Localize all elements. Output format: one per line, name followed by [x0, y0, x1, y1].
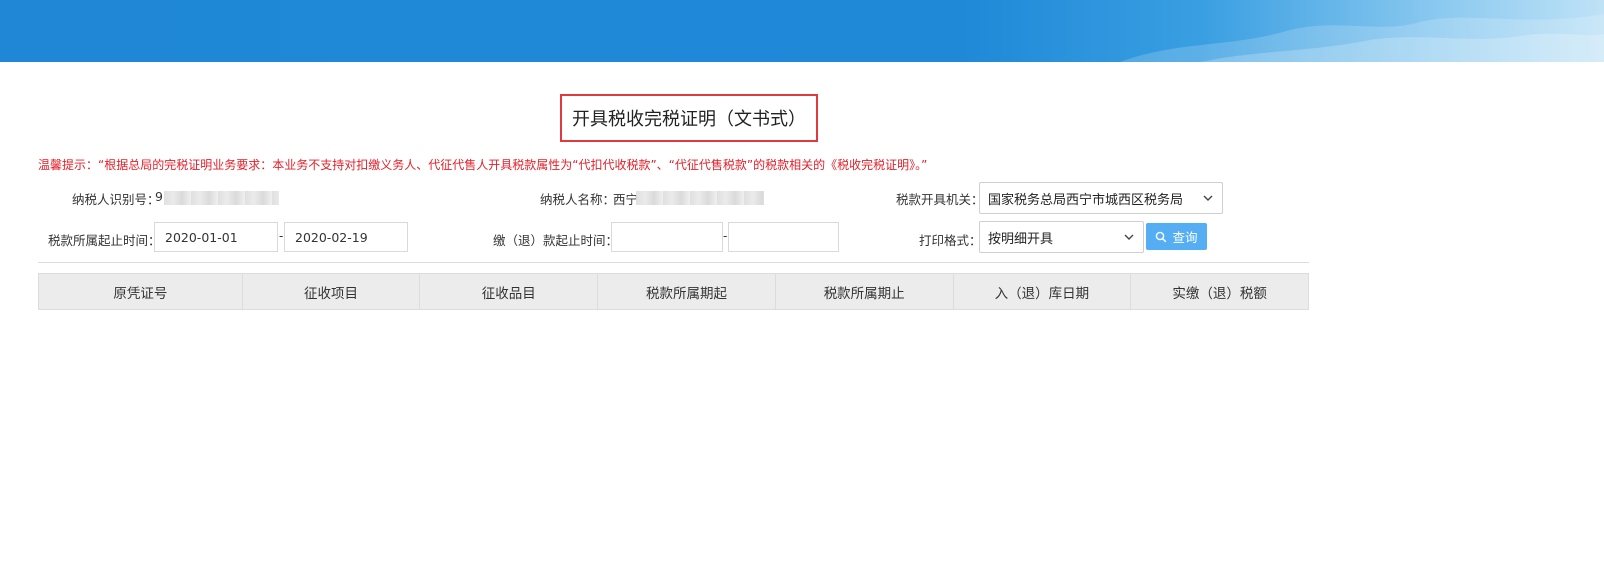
column-header: 征收品目 — [420, 274, 599, 309]
redacted-taxpayer-id — [164, 191, 279, 205]
search-icon — [1156, 231, 1167, 242]
table-header: 原凭证号 征收项目 征收品目 税款所属期起 税款所属期止 入（退）库日期 实缴（… — [38, 273, 1309, 310]
column-header: 原凭证号 — [39, 274, 243, 309]
column-header: 入（退）库日期 — [954, 274, 1132, 309]
header-banner — [0, 0, 1604, 62]
column-header: 实缴（退）税额 — [1172, 285, 1267, 302]
page-title: 开具税收完税证明（文书式） — [560, 94, 818, 142]
tax-period-label: 税款所属起止时间： — [48, 233, 161, 248]
column-header: 征收项目 — [243, 274, 421, 309]
query-button-label: 查询 — [1172, 230, 1198, 245]
redacted-taxpayer-name — [636, 191, 764, 205]
notice-text: 温馨提示：“根据总局的完税证明业务要求：本业务不支持对扣缴义务人、代征代售人开具… — [38, 158, 928, 172]
print-format-value: 按明细开具 — [988, 231, 1054, 247]
column-header: 税款所属期止 — [776, 274, 954, 309]
chevron-down-icon — [1124, 234, 1134, 240]
payment-period-label: 缴（退）款起止时间： — [493, 233, 619, 248]
issuing-org-value: 国家税务总局西宁市城西区税务局 — [988, 192, 1184, 208]
chevron-down-icon — [1203, 195, 1213, 201]
column-header: 税款所属期起 — [598, 274, 776, 309]
divider — [38, 262, 1309, 263]
print-format-select[interactable]: 按明细开具 — [979, 221, 1144, 253]
payment-period-start-input[interactable] — [611, 222, 723, 252]
taxpayer-id-value: 9 — [155, 189, 163, 204]
tax-period-start-input[interactable]: 2020-01-01 — [154, 222, 278, 252]
taxpayer-name-label: 纳税人名称： — [540, 192, 616, 207]
taxpayer-name-value: 西宁 — [613, 192, 639, 207]
mountain-decoration — [1120, 14, 1604, 62]
taxpayer-id-label: 纳税人识别号： — [72, 192, 160, 207]
print-format-label: 打印格式： — [919, 233, 982, 248]
payment-period-separator: - — [723, 229, 728, 243]
payment-period-end-input[interactable] — [728, 222, 839, 252]
tax-period-separator: - — [279, 229, 284, 243]
issuing-org-select[interactable]: 国家税务总局西宁市城西区税务局 — [979, 182, 1223, 214]
issuing-org-label: 税款开具机关： — [896, 192, 984, 207]
query-button[interactable]: 查询 — [1146, 223, 1207, 250]
tax-period-end-input[interactable]: 2020-02-19 — [284, 222, 408, 252]
